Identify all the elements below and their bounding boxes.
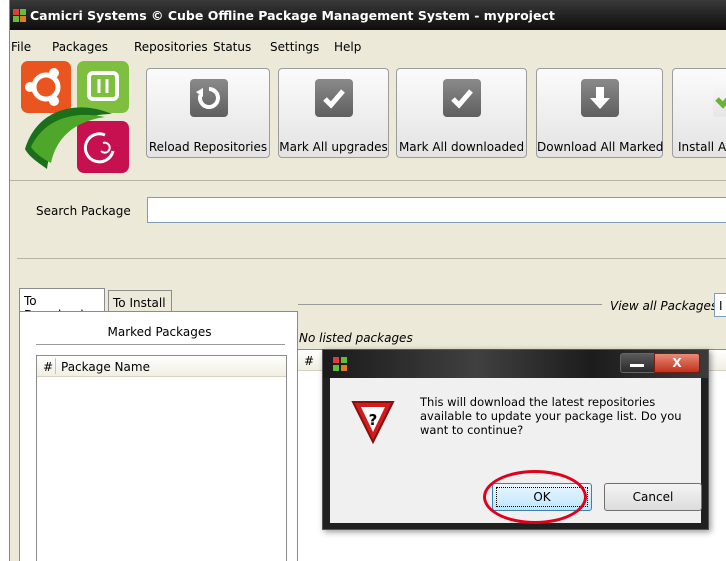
view-divider xyxy=(298,304,602,305)
dialog-close-button[interactable]: X xyxy=(620,353,700,373)
marked-packages-panel: Marked Packages # Package Name xyxy=(19,311,298,561)
reload-repositories-button[interactable]: Reload Repositories xyxy=(146,68,270,158)
marked-packages-title: Marked Packages xyxy=(107,325,212,339)
mark-all-downloaded-button[interactable]: Mark All downloaded xyxy=(396,68,527,158)
checkmark-icon xyxy=(315,79,353,117)
search-input[interactable] xyxy=(147,197,726,223)
window-title: Camicri Systems © Cube Offline Package M… xyxy=(30,8,555,23)
title-bar[interactable]: Camicri Systems © Cube Offline Package M… xyxy=(10,0,726,30)
close-icon[interactable]: X xyxy=(654,353,700,373)
marked-title-divider xyxy=(36,344,285,345)
tab-to-install[interactable]: To Install xyxy=(108,290,172,312)
dialog-message: This will download the latest repositori… xyxy=(420,395,682,437)
dialog-title-bar[interactable]: X xyxy=(323,350,708,378)
search-divider xyxy=(17,258,726,259)
mark-all-upgrades-label: Mark All upgrades xyxy=(279,140,388,154)
download-arrow-icon xyxy=(581,79,619,117)
menu-help[interactable]: Help xyxy=(334,40,361,54)
column-number[interactable]: # xyxy=(304,354,314,368)
toolbar-divider xyxy=(10,180,726,181)
menu-settings[interactable]: Settings xyxy=(270,40,319,54)
install-all-label: Install Al xyxy=(678,140,726,154)
marked-packages-list[interactable]: # Package Name xyxy=(36,355,287,561)
mark-all-upgrades-button[interactable]: Mark All upgrades xyxy=(278,68,389,158)
install-check-icon xyxy=(713,79,726,117)
cancel-button[interactable]: Cancel xyxy=(604,483,702,511)
menu-repositories[interactable]: Repositories xyxy=(134,40,208,54)
view-select[interactable]: I xyxy=(714,293,726,317)
cube-logo xyxy=(21,61,129,173)
view-select-value: I xyxy=(719,299,723,313)
reload-icon xyxy=(190,79,228,117)
tab-to-download[interactable]: To Download xyxy=(19,288,105,322)
svg-text:?: ? xyxy=(369,411,378,429)
app-icon xyxy=(13,9,26,22)
ok-highlight-circle xyxy=(483,470,587,524)
menu-packages[interactable]: Packages xyxy=(52,40,108,54)
download-all-marked-button[interactable]: Download All Marked xyxy=(536,68,663,158)
download-all-marked-label: Download All Marked xyxy=(537,140,664,154)
no-listed-packages: No listed packages xyxy=(299,331,413,345)
reload-repositories-label: Reload Repositories xyxy=(148,140,268,154)
column-package-name[interactable]: Package Name xyxy=(61,360,150,374)
menu-bar: File Packages Repositories Status Settin… xyxy=(10,34,726,56)
app-root: Camicri Systems © Cube Offline Package M… xyxy=(0,0,726,561)
search-label: Search Package xyxy=(36,204,131,218)
app-icon xyxy=(333,357,347,371)
view-all-packages-label: View all Packages xyxy=(610,299,718,313)
install-all-button[interactable]: Install Al xyxy=(672,68,726,158)
column-number[interactable]: # xyxy=(43,360,53,374)
warning-question-icon: ? xyxy=(351,401,395,445)
checkmark-icon xyxy=(443,79,481,117)
marked-list-header: # Package Name xyxy=(37,356,286,377)
menu-status[interactable]: Status xyxy=(213,40,251,54)
mark-all-downloaded-label: Mark All downloaded xyxy=(398,140,525,154)
menu-file[interactable]: File xyxy=(11,40,31,54)
